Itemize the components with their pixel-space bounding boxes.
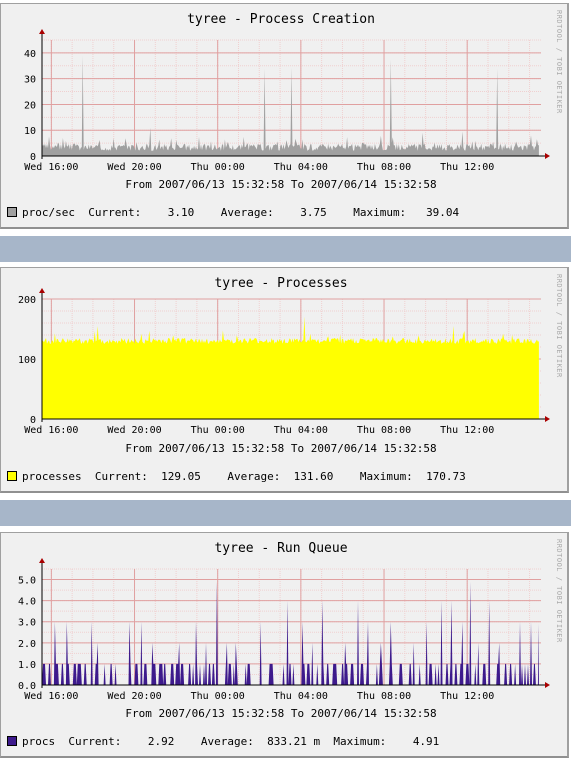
y-tick-label: 4.0 — [18, 597, 36, 608]
date-range: From 2007/06/13 15:32:58 To 2007/06/14 1… — [125, 442, 437, 455]
y-tick-label: 5.0 — [18, 576, 36, 587]
x-tick-label: Thu 08:00 — [357, 425, 411, 436]
legend-average-label: Average: — [220, 206, 274, 219]
x-tick-label: Wed 16:00 — [24, 691, 78, 702]
legend-maximum-value: 4.91 — [412, 735, 440, 748]
x-tick-label: Thu 04:00 — [274, 425, 328, 436]
x-tick-label: Thu 00:00 — [191, 425, 245, 436]
x-tick-label: Thu 12:00 — [440, 162, 494, 173]
legend-label: processes — [22, 470, 82, 483]
legend-maximum-label: Maximum: — [359, 470, 413, 483]
x-tick-label: Thu 12:00 — [440, 691, 494, 702]
y-tick-label: 10 — [24, 126, 36, 137]
series-area-procs — [42, 581, 539, 685]
legend-average-value: 833.21 m — [267, 735, 321, 748]
x-tick-label: Thu 00:00 — [191, 162, 245, 173]
x-axis-arrow — [545, 682, 550, 688]
y-axis-arrow — [39, 558, 45, 563]
legend-swatch — [7, 471, 17, 481]
series-area-procsec — [42, 55, 539, 156]
y-tick-label: 100 — [18, 355, 36, 366]
y-tick-label: 20 — [24, 100, 36, 111]
series-area-processes — [42, 316, 539, 419]
chart-plot-processes: 0100200Wed 16:00 Wed 20:00 Thu 00:00 Thu 04… — [18, 288, 550, 436]
legend-average-label: Average: — [200, 735, 254, 748]
legend: procs Current: 2.92 Average: 833.21 m Ma… — [7, 735, 439, 748]
x-tick-label: Wed 16:00 — [24, 425, 78, 436]
x-tick-label: Thu 04:00 — [274, 691, 328, 702]
legend-maximum-label: Maximum: — [353, 206, 407, 219]
legend: processes Current: 129.05 Average: 131.6… — [7, 470, 466, 483]
legend-current-value: 129.05 — [161, 470, 201, 483]
legend-current-label: Current: — [88, 206, 142, 219]
x-tick-label: Wed 16:00 — [24, 162, 78, 173]
separator-bar — [0, 500, 571, 526]
x-tick-label: Thu 08:00 — [357, 691, 411, 702]
legend-average-value: 3.75 — [300, 206, 327, 219]
legend-label: procs — [22, 735, 56, 748]
chart-plot-process-creation: 010203040Wed 16:00 Wed 20:00 Thu 00:00 Thu … — [24, 29, 550, 173]
legend-current-value: 3.10 — [167, 206, 195, 219]
x-axis-arrow — [545, 416, 550, 422]
legend-maximum-value: 170.73 — [426, 470, 466, 483]
chart-panel-processes: tyree - Processes RRDTOOL / TOBI OETIKER… — [0, 267, 569, 493]
x-tick-label: Wed 20:00 — [107, 691, 161, 702]
y-tick-label: 2.0 — [18, 639, 36, 650]
chart-panel-run-queue: tyree - Run Queue RRDTOOL / TOBI OETIKER… — [0, 532, 569, 758]
y-tick-label: 40 — [24, 49, 36, 60]
x-tick-label: Wed 20:00 — [107, 425, 161, 436]
y-tick-label: 1.0 — [18, 660, 36, 671]
legend: proc/sec Current: 3.10 Average: 3.75 Max… — [7, 206, 459, 219]
legend-current-label: Current: — [94, 470, 148, 483]
legend-average-label: Average: — [227, 470, 281, 483]
legend-average-value: 131.60 — [293, 470, 334, 483]
legend-current-label: Current: — [68, 735, 122, 748]
legend-maximum-label: Maximum: — [333, 735, 387, 748]
y-tick-label: 30 — [24, 75, 36, 86]
legend-current-value: 2.92 — [147, 735, 175, 748]
y-tick-label: 200 — [18, 295, 36, 306]
chart-plot-run-queue: 0.01.02.03.04.05.0Wed 16:00 Wed 20:00 Thu … — [18, 558, 550, 702]
x-tick-label: Thu 08:00 — [357, 162, 411, 173]
legend-label: proc/sec — [22, 206, 75, 219]
legend-maximum-value: 39.04 — [426, 206, 460, 219]
date-range: From 2007/06/13 15:32:58 To 2007/06/14 1… — [125, 178, 437, 191]
chart-panel-process-creation: tyree - Process Creation RRDTOOL / TOBI … — [0, 3, 569, 229]
x-tick-label: Thu 12:00 — [440, 425, 494, 436]
separator-bar — [0, 236, 571, 262]
y-axis-arrow — [39, 29, 45, 34]
x-axis-arrow — [545, 153, 550, 159]
x-tick-label: Wed 20:00 — [107, 162, 161, 173]
legend-swatch — [7, 736, 17, 746]
y-axis-arrow — [39, 288, 45, 293]
y-tick-label: 3.0 — [18, 618, 36, 629]
x-tick-label: Thu 04:00 — [274, 162, 328, 173]
x-tick-label: Thu 00:00 — [191, 691, 245, 702]
date-range: From 2007/06/13 15:32:58 To 2007/06/14 1… — [125, 707, 437, 720]
legend-swatch — [7, 207, 17, 217]
